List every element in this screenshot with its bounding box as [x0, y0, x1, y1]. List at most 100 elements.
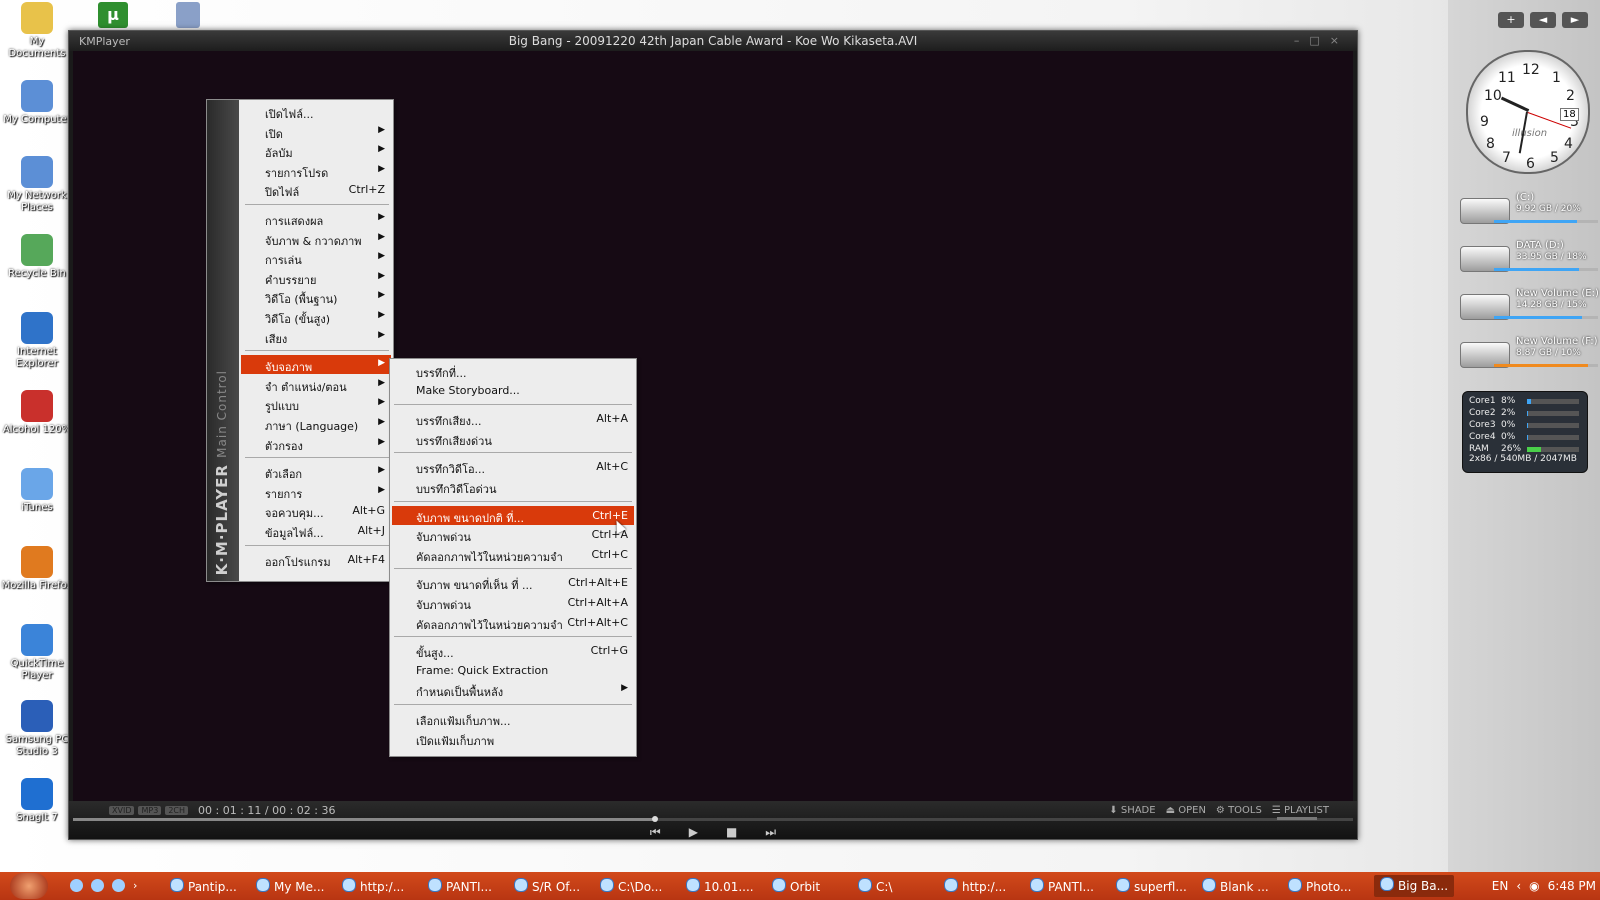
language-indicator[interactable]: EN [1492, 879, 1509, 893]
desktop-icon-label: My Network Places [7, 190, 67, 213]
menu-item[interactable]: คำบรรยาย ▶ [241, 268, 391, 287]
drive-item[interactable]: New Volume (E:) 14.28 GB / 15% [1460, 288, 1600, 328]
drive-item[interactable]: New Volume (F:) 8.87 GB / 10% [1460, 336, 1600, 376]
taskbar-item[interactable]: 10.01.... [686, 878, 754, 894]
menu-item[interactable]: เลือกแฟ้มเก็บภาพ... [392, 709, 634, 728]
window-app-icon [1288, 878, 1302, 892]
next-gadget-button[interactable]: ► [1562, 12, 1588, 28]
menu-item[interactable]: รายการ ▶ [241, 482, 391, 501]
desktop-icon[interactable]: Alcohol 120% [0, 390, 74, 436]
menu-item[interactable]: ภาษา (Language) ▶ [241, 414, 391, 433]
next-icon[interactable]: ⏭ [765, 825, 776, 840]
quick-launch-icon[interactable] [91, 879, 104, 892]
menu-item[interactable]: จับภาพ & กวาดภาพ ▶ [241, 229, 391, 248]
quick-launch-icon[interactable] [70, 879, 83, 892]
taskbar-item[interactable]: Blank ... [1202, 878, 1269, 894]
menu-item[interactable]: บรรทึกวิดีโอ... Alt+C [392, 457, 634, 476]
menu-item[interactable]: จำ ตำแหน่ง/ตอน ▶ [241, 375, 391, 394]
taskbar-item[interactable]: PANTI... [428, 878, 492, 894]
menu-item[interactable]: เสียง ▶ [241, 327, 391, 346]
title-bar[interactable]: KMPlayer Big Bang - 20091220 42th Japan … [69, 31, 1357, 51]
menu-item[interactable]: รายการโปรด ▶ [241, 161, 391, 180]
menu-item[interactable]: วิดีโอ (ขั้นสูง) ▶ [241, 307, 391, 326]
menu-item[interactable]: บรรทึกเสียง... Alt+A [392, 409, 634, 428]
add-gadget-button[interactable]: + [1498, 12, 1524, 28]
chevron-right-icon[interactable]: › [133, 879, 137, 892]
menu-item[interactable]: Frame: Quick Extraction [392, 661, 634, 680]
menu-item[interactable]: ออกโปรแกรม Alt+F4 [241, 550, 391, 569]
taskbar-item[interactable]: http:/... [944, 878, 1006, 894]
tray-clock[interactable]: 6:48 PM [1548, 879, 1596, 893]
taskbar-item[interactable]: Pantip... [170, 878, 237, 894]
taskbar-item[interactable]: C:\Do... [600, 878, 662, 894]
menu-item[interactable]: เปิดไฟล์... [241, 102, 391, 121]
menu-item[interactable]: ขั้นสูง... Ctrl+G [392, 641, 634, 660]
menu-item[interactable]: จับภาพด่วน Ctrl+Alt+A [392, 593, 634, 612]
cpu-usage-bar [1527, 423, 1579, 428]
menu-item[interactable]: เปิด ▶ [241, 122, 391, 141]
taskbar-item[interactable]: Photo... [1288, 878, 1351, 894]
desktop-icon[interactable]: Internet Explorer [0, 312, 74, 370]
start-button[interactable] [10, 873, 48, 899]
playlist-button[interactable]: ☰ PLAYLIST [1272, 805, 1329, 816]
taskbar-item[interactable]: PANTI... [1030, 878, 1094, 894]
menu-item[interactable]: จอควบคุม... Alt+G [241, 501, 391, 520]
volume-slider[interactable] [1277, 817, 1317, 820]
menu-item[interactable]: Make Storyboard... [392, 381, 634, 400]
clock-gadget[interactable]: 12 1 2 3 4 5 6 7 8 9 10 11 illusion 18 [1466, 50, 1590, 174]
play-icon[interactable]: ▶ [689, 825, 698, 840]
menu-item[interactable]: บรรทึกที่... [392, 361, 634, 380]
previous-icon[interactable]: ⏮ [650, 825, 661, 840]
desktop-icon[interactable]: My Documents [0, 2, 74, 60]
stop-icon[interactable]: ■ [726, 825, 737, 840]
menu-item[interactable]: บรรทึกเสียงด่วน [392, 429, 634, 448]
taskbar-item[interactable]: superfl... [1116, 878, 1187, 894]
menu-item[interactable]: จับภาพ ขนาดปกติ ที่... Ctrl+E [392, 505, 634, 525]
taskbar-item[interactable]: Big Ba... [1374, 875, 1455, 897]
taskbar-item[interactable]: http:/... [342, 878, 404, 894]
menu-item[interactable]: คัดลอกภาพไว้ในหน่วยความจำ Ctrl+Alt+C [392, 613, 634, 632]
menu-item[interactable]: เปิดแฟ้มเก็บภาพ [392, 729, 634, 748]
menu-item[interactable]: รูปแบบ ▶ [241, 394, 391, 413]
taskbar-item[interactable]: My Me... [256, 878, 324, 894]
menu-item[interactable]: การเล่น ▶ [241, 248, 391, 267]
menu-item[interactable]: จับภาพ ขนาดที่เห็น ที่ ... Ctrl+Alt+E [392, 573, 634, 592]
desktop-icon[interactable]: Mozilla Firefox [0, 546, 74, 592]
quick-launch-icon[interactable] [112, 879, 125, 892]
tray-chevron-icon[interactable]: ‹ [1516, 879, 1521, 893]
menu-item[interactable]: ข้อมูลไฟล์... Alt+J [241, 521, 391, 540]
shade-button[interactable]: ⬇ SHADE [1109, 805, 1155, 816]
tray-app-icon[interactable]: ◉ [1529, 879, 1539, 893]
taskbar-item[interactable]: Orbit [772, 878, 820, 894]
menu-item[interactable]: จับจอภาพ ▶ [241, 355, 391, 375]
prev-gadget-button[interactable]: ◄ [1530, 12, 1556, 28]
app-shortcut-icon[interactable] [176, 2, 200, 28]
desktop-icon[interactable]: Recycle Bin [0, 234, 74, 280]
menu-item[interactable]: ตัวเลือก ▶ [241, 462, 391, 481]
desktop-icon[interactable]: My Network Places [0, 156, 74, 214]
tools-button[interactable]: ⚙ TOOLS [1216, 805, 1262, 816]
menu-item[interactable]: ตัวกรอง ▶ [241, 434, 391, 453]
desktop-icon[interactable]: QuickTime Player [0, 624, 74, 682]
seek-handle[interactable] [652, 816, 659, 822]
menu-item[interactable]: คัดลอกภาพไว้ในหน่วยความจำ Ctrl+C [392, 545, 634, 564]
menu-item[interactable]: การแสดงผล ▶ [241, 209, 391, 228]
seek-bar[interactable] [73, 816, 1353, 822]
menu-item[interactable]: บบรทึกวิดีโอด่วน [392, 477, 634, 496]
menu-item[interactable]: อัลบัม ▶ [241, 141, 391, 160]
desktop-icon[interactable]: SnagIt 7 [0, 778, 74, 824]
taskbar-item[interactable]: S/R Of... [514, 878, 580, 894]
utorrent-icon[interactable]: µ [98, 2, 128, 28]
drive-item[interactable]: DATA (D:) 33.95 GB / 18% [1460, 240, 1600, 280]
desktop-icon[interactable]: Samsung PC Studio 3 [0, 700, 74, 758]
menu-item[interactable]: กำหนดเป็นพื้นหลัง ▶ [392, 680, 634, 699]
menu-item[interactable]: วิดีโอ (พื้นฐาน) ▶ [241, 287, 391, 306]
drive-item[interactable]: (C:) 9.92 GB / 20% [1460, 192, 1600, 232]
desktop-icon[interactable]: My Computer [0, 80, 74, 126]
taskbar-item[interactable]: C:\ [858, 878, 892, 894]
menu-item[interactable]: จับภาพด่วน Ctrl+A [392, 525, 634, 544]
menu-item[interactable]: ปิดไฟล์ Ctrl+Z [241, 180, 391, 199]
window-controls[interactable]: –□× [1294, 34, 1349, 47]
open-button[interactable]: ⏏ OPEN [1166, 805, 1206, 816]
desktop-icon[interactable]: iTunes [0, 468, 74, 514]
